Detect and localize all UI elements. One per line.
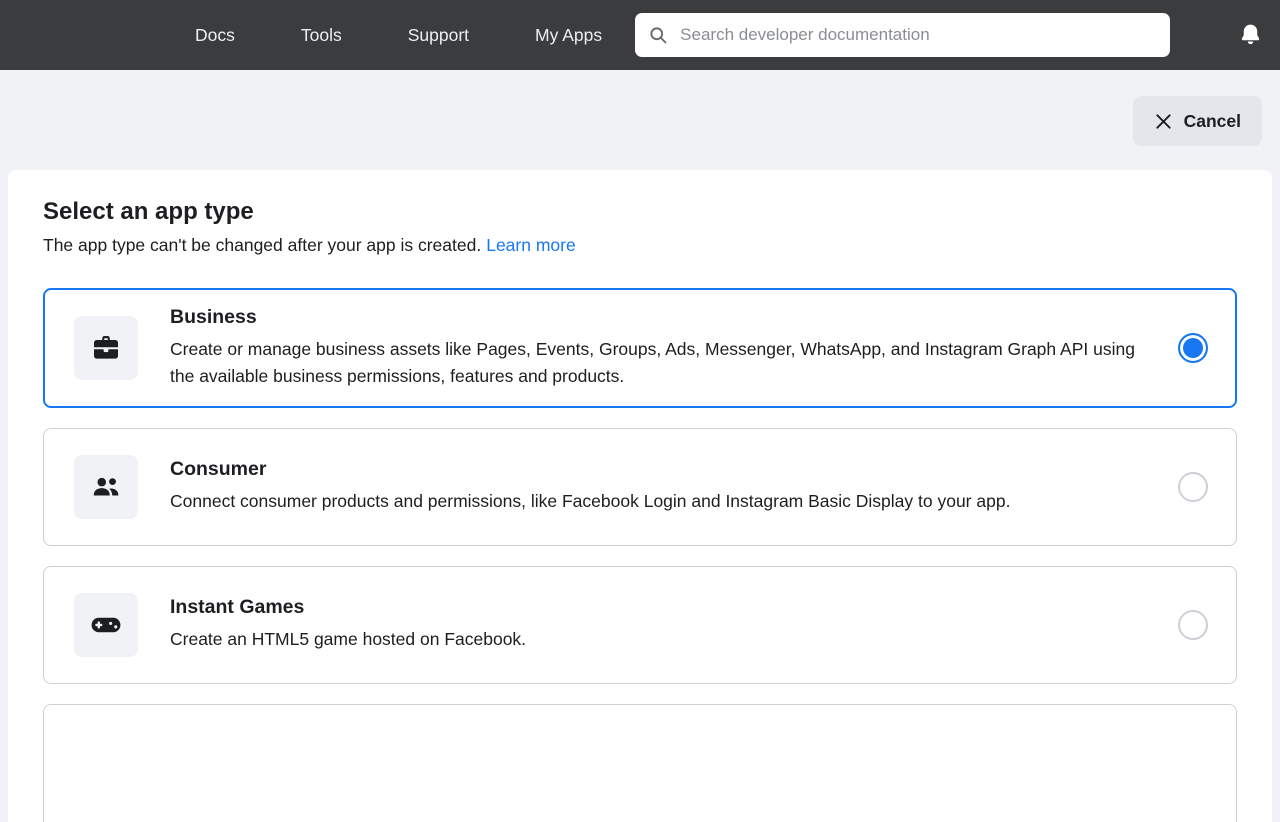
option-card-partial[interactable] [43, 704, 1237, 822]
option-text: Consumer Connect consumer products and p… [170, 458, 1178, 515]
option-title: Instant Games [170, 596, 1148, 619]
cancel-button[interactable]: Cancel [1133, 96, 1262, 146]
nav-item-my-apps[interactable]: My Apps [535, 25, 602, 46]
bell-icon[interactable] [1237, 22, 1264, 49]
briefcase-icon [74, 316, 138, 380]
page-title: Select an app type [43, 198, 1237, 227]
gamepad-icon [74, 593, 138, 657]
option-text: Instant Games Create an HTML5 game hoste… [170, 596, 1178, 653]
search-box[interactable] [635, 13, 1170, 57]
page-subtitle: The app type can't be changed after your… [43, 235, 1237, 256]
subtitle-text: The app type can't be changed after your… [43, 235, 481, 255]
option-title: Business [170, 306, 1148, 329]
nav-links: Docs Tools Support My Apps [195, 25, 602, 46]
close-icon [1154, 112, 1173, 131]
radio-business[interactable] [1178, 333, 1208, 363]
option-card-consumer[interactable]: Consumer Connect consumer products and p… [43, 428, 1237, 546]
option-description: Create or manage business assets like Pa… [170, 336, 1148, 390]
people-icon [74, 455, 138, 519]
option-card-instant-games[interactable]: Instant Games Create an HTML5 game hoste… [43, 566, 1237, 684]
option-description: Create an HTML5 game hosted on Facebook. [170, 626, 1148, 653]
search-icon [648, 25, 668, 45]
top-navbar: Docs Tools Support My Apps [0, 0, 1280, 70]
nav-item-docs[interactable]: Docs [195, 25, 235, 46]
radio-instant-games[interactable] [1178, 610, 1208, 640]
learn-more-link[interactable]: Learn more [486, 235, 576, 255]
option-text: Business Create or manage business asset… [170, 306, 1178, 390]
radio-consumer[interactable] [1178, 472, 1208, 502]
cancel-row: Cancel [0, 70, 1280, 170]
option-card-business[interactable]: Business Create or manage business asset… [43, 288, 1237, 408]
nav-item-support[interactable]: Support [408, 25, 469, 46]
option-description: Connect consumer products and permission… [170, 488, 1148, 515]
cancel-button-label: Cancel [1184, 111, 1241, 132]
app-type-options: Business Create or manage business asset… [43, 288, 1237, 822]
search-input[interactable] [678, 24, 1157, 46]
nav-item-tools[interactable]: Tools [301, 25, 342, 46]
app-type-panel: Select an app type The app type can't be… [8, 170, 1272, 822]
option-title: Consumer [170, 458, 1148, 481]
